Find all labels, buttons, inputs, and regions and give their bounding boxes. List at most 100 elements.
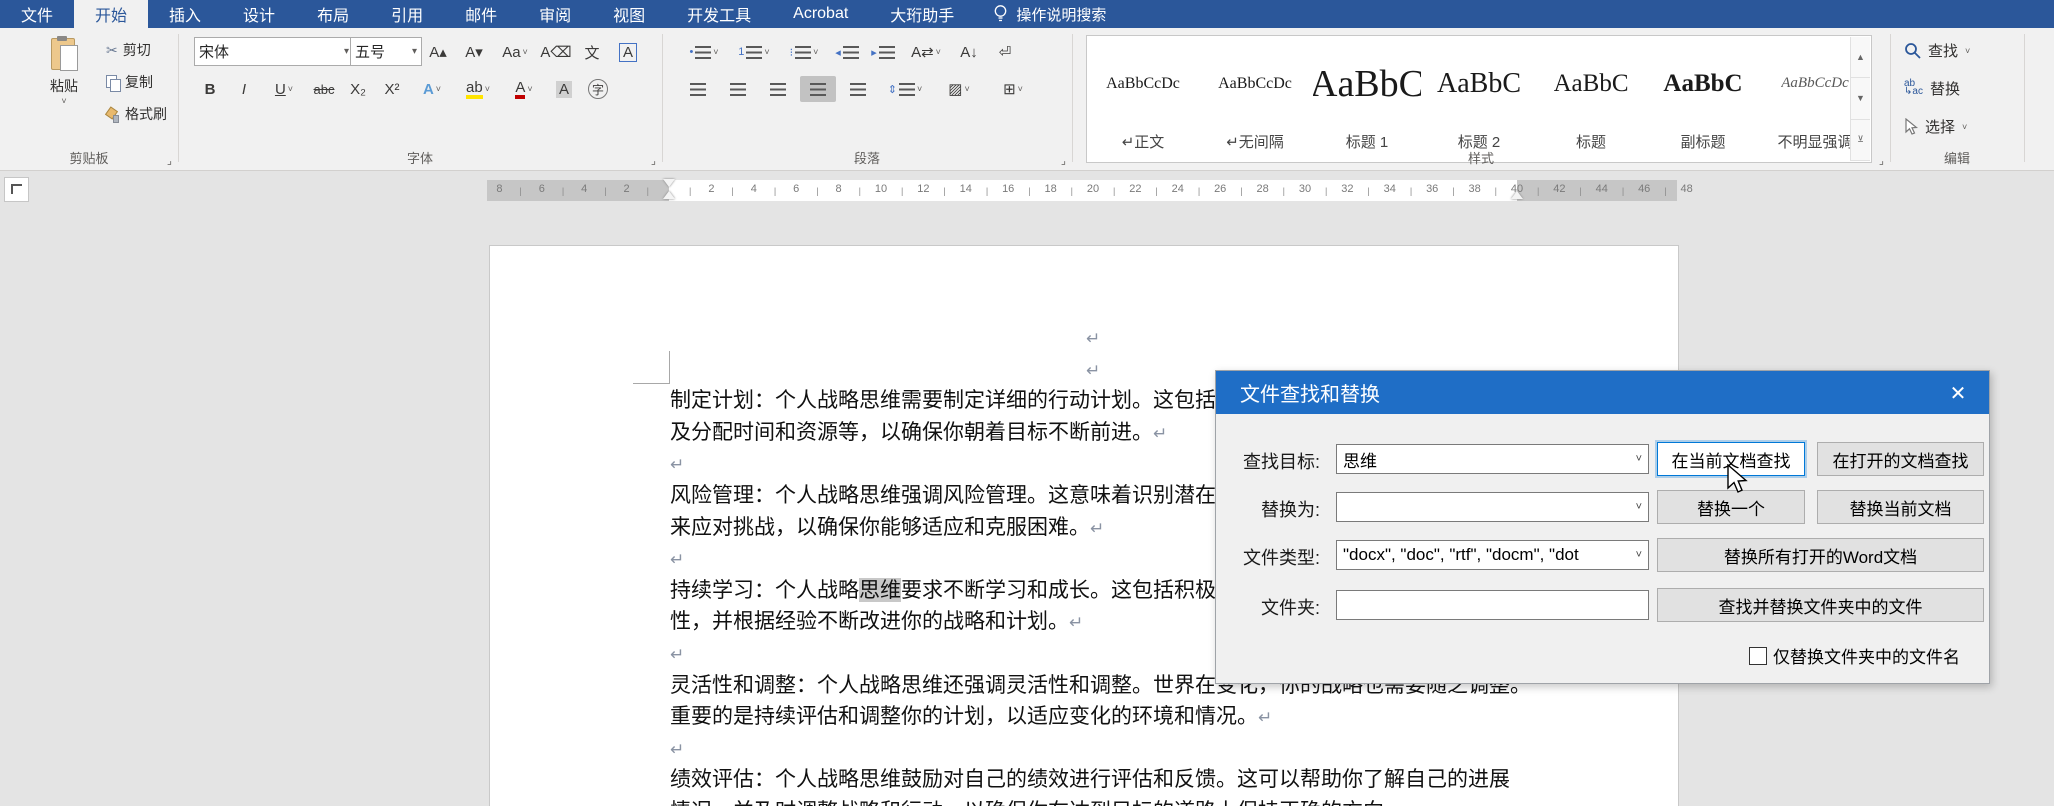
- styles-scroll-up-icon[interactable]: ▲: [1851, 37, 1870, 79]
- styles-gallery-scrollbar[interactable]: ▲ ▼ ⊻: [1850, 37, 1870, 161]
- grow-font-button[interactable]: A▴: [422, 39, 454, 65]
- document-text-line[interactable]: ↵: [670, 732, 1660, 764]
- menu-tab-11[interactable]: 大珩助手: [869, 0, 975, 28]
- cut-button[interactable]: ✂ 剪切: [106, 39, 151, 61]
- menu-tab-8[interactable]: 视图: [592, 0, 666, 28]
- increase-indent-icon: [878, 45, 895, 59]
- change-case-button[interactable]: Aa ˅: [494, 39, 536, 65]
- replace-one-button[interactable]: 替换一个: [1657, 490, 1805, 524]
- superscript-button[interactable]: X²: [376, 76, 408, 102]
- menu-tab-7[interactable]: 审阅: [518, 0, 592, 28]
- decrease-indent-button[interactable]: ◂: [830, 39, 864, 65]
- align-left-button[interactable]: [680, 76, 716, 102]
- align-right-button[interactable]: [760, 76, 796, 102]
- paste-button[interactable]: 粘贴 ˅: [32, 36, 96, 106]
- increase-indent-button[interactable]: ▸: [866, 39, 900, 65]
- line-spacing-button[interactable]: ⇕ ˅: [880, 76, 930, 102]
- find-target-combo[interactable]: 思维 ˅: [1336, 444, 1649, 474]
- menu-tab-2[interactable]: 插入: [148, 0, 222, 28]
- tell-me-search[interactable]: 操作说明搜索: [993, 0, 1106, 28]
- font-dialog-launcher[interactable]: ⌟: [651, 154, 656, 167]
- bullets-button[interactable]: • ˅: [680, 39, 728, 65]
- close-icon[interactable]: ✕: [1943, 379, 1973, 407]
- document-text-line[interactable]: ↵: [670, 321, 2054, 353]
- multilevel-list-button[interactable]: ⁝ ˅: [780, 39, 828, 65]
- font-color-button[interactable]: A ˅: [502, 76, 546, 102]
- clear-formatting-button[interactable]: A⌫: [540, 39, 572, 65]
- ruler-number: 18: [1044, 183, 1057, 195]
- replace-button[interactable]: ab ↳ac 替换: [1904, 78, 1960, 99]
- character-border-button[interactable]: A: [612, 39, 644, 65]
- format-painter-button[interactable]: 格式刷: [104, 103, 167, 125]
- file-type-combo[interactable]: "docx", "doc", "rtf", "docm", "dot ˅: [1336, 540, 1649, 570]
- borders-button[interactable]: ⊞ ˅: [988, 76, 1038, 102]
- replace-all-open-word-docs-button[interactable]: 替换所有打开的Word文档: [1657, 538, 1984, 572]
- highlight-icon: ab: [466, 80, 483, 99]
- enclose-characters-button[interactable]: 字: [582, 76, 614, 102]
- font-size-combo[interactable]: 五号 ▾: [350, 37, 422, 66]
- replace-with-combo[interactable]: ˅: [1336, 492, 1649, 522]
- file-type-label: 文件类型:: [1242, 548, 1320, 568]
- ruler-tick: |: [1113, 186, 1116, 196]
- clear-formatting-icon: A⌫: [540, 44, 572, 61]
- styles-dialog-launcher[interactable]: ⌟: [1879, 154, 1884, 167]
- paste-dropdown-caret[interactable]: ˅: [61, 96, 66, 106]
- bold-button[interactable]: B: [194, 76, 226, 102]
- paragraph-mark: ↵: [1086, 360, 1101, 380]
- italic-button[interactable]: I: [228, 76, 260, 102]
- shrink-font-button[interactable]: A▾: [458, 39, 490, 65]
- style-card-标题 1[interactable]: AaBbC 标题 1: [1311, 36, 1423, 162]
- distributed-button[interactable]: [840, 76, 876, 102]
- menu-tab-5[interactable]: 引用: [370, 0, 444, 28]
- menu-tab-4[interactable]: 布局: [296, 0, 370, 28]
- clipboard-dialog-launcher[interactable]: ⌟: [167, 154, 172, 167]
- sort-button[interactable]: A↓: [952, 39, 986, 65]
- document-text-line[interactable]: 重要的是持续评估和调整你的计划，以适应变化的环境和情况。↵: [670, 700, 1660, 732]
- menu-tab-file[interactable]: 文件: [0, 0, 74, 28]
- copy-button[interactable]: 复制: [106, 71, 153, 93]
- highlight-button[interactable]: ab ˅: [456, 76, 500, 102]
- select-button[interactable]: 选择 ˅: [1904, 116, 1967, 137]
- folder-input[interactable]: [1336, 590, 1649, 620]
- asian-layout-button[interactable]: A⇄ ˅: [902, 39, 950, 65]
- text-effects-button[interactable]: A ˅: [410, 76, 454, 102]
- paragraph-dialog-launcher[interactable]: ⌟: [1061, 154, 1066, 167]
- hanging-indent-marker[interactable]: [663, 191, 675, 199]
- horizontal-ruler[interactable]: 8 6 4 2 | | | | 2 4 6 8 10 12 14 16 18 20 22 24 26 28 30 32 34 36…: [0, 178, 2054, 204]
- subscript-button[interactable]: X₂: [342, 76, 374, 102]
- document-text-line[interactable]: 情况，并及时调整战略和行动，以确保你在达到目标的道路上保持正确的方向。↵: [670, 795, 1660, 806]
- replace-current-doc-button[interactable]: 替换当前文档: [1817, 490, 1984, 524]
- strikethrough-button[interactable]: abc: [308, 76, 340, 102]
- style-card-标题 2[interactable]: AaBbC 标题 2: [1423, 36, 1535, 162]
- char-shading-button[interactable]: A: [548, 76, 580, 102]
- menu-tab-9[interactable]: 开发工具: [666, 0, 772, 28]
- menu-tab-1[interactable]: 开始: [74, 0, 149, 28]
- find-in-open-docs-button[interactable]: 在打开的文档查找: [1817, 442, 1984, 476]
- replace-filename-only-checkbox[interactable]: 仅替换文件夹中的文件名: [1749, 643, 1960, 668]
- shading-button[interactable]: ▨ ˅: [934, 76, 984, 102]
- show-marks-button[interactable]: ⏎: [988, 39, 1022, 65]
- style-card-标题[interactable]: AaBbC 标题: [1535, 36, 1647, 162]
- find-button[interactable]: 查找 ˅: [1904, 40, 1970, 61]
- underline-button[interactable]: U ˅: [262, 76, 306, 102]
- numbering-button[interactable]: 1 ˅: [730, 39, 778, 65]
- first-line-indent-marker[interactable]: [663, 179, 675, 187]
- justify-button[interactable]: [800, 76, 836, 102]
- menu-tab-3[interactable]: 设计: [222, 0, 296, 28]
- style-card-副标题[interactable]: AaBbC 副标题: [1647, 36, 1759, 162]
- style-sample: AaBbCcDc: [1781, 75, 1849, 91]
- style-card-正文[interactable]: AaBbCcDc ↵正文: [1087, 36, 1199, 162]
- text-run: 绩效评估：个人战略思维鼓励对自己的绩效进行评估和反馈。这可以帮助你了解自己的进展: [670, 767, 1510, 792]
- find-replace-files-in-folder-button[interactable]: 查找并替换文件夹中的文件: [1657, 588, 1984, 622]
- dialog-title-bar[interactable]: 文件查找和替换: [1216, 371, 1989, 414]
- find-in-current-doc-button[interactable]: 在当前文档查找: [1657, 442, 1805, 476]
- menu-tab-10[interactable]: Acrobat: [772, 0, 869, 28]
- phonetic-guide-button[interactable]: 文: [576, 39, 608, 65]
- styles-scroll-down-icon[interactable]: ▼: [1851, 78, 1870, 120]
- font-name-combo[interactable]: 宋体 ▾: [194, 37, 354, 66]
- document-text-line[interactable]: 绩效评估：个人战略思维鼓励对自己的绩效进行评估和反馈。这可以帮助你了解自己的进展: [670, 763, 1660, 795]
- checkbox-icon[interactable]: [1749, 646, 1767, 665]
- menu-tab-6[interactable]: 邮件: [444, 0, 518, 28]
- style-card-无间隔[interactable]: AaBbCcDc ↵无间隔: [1199, 36, 1311, 162]
- align-center-button[interactable]: [720, 76, 756, 102]
